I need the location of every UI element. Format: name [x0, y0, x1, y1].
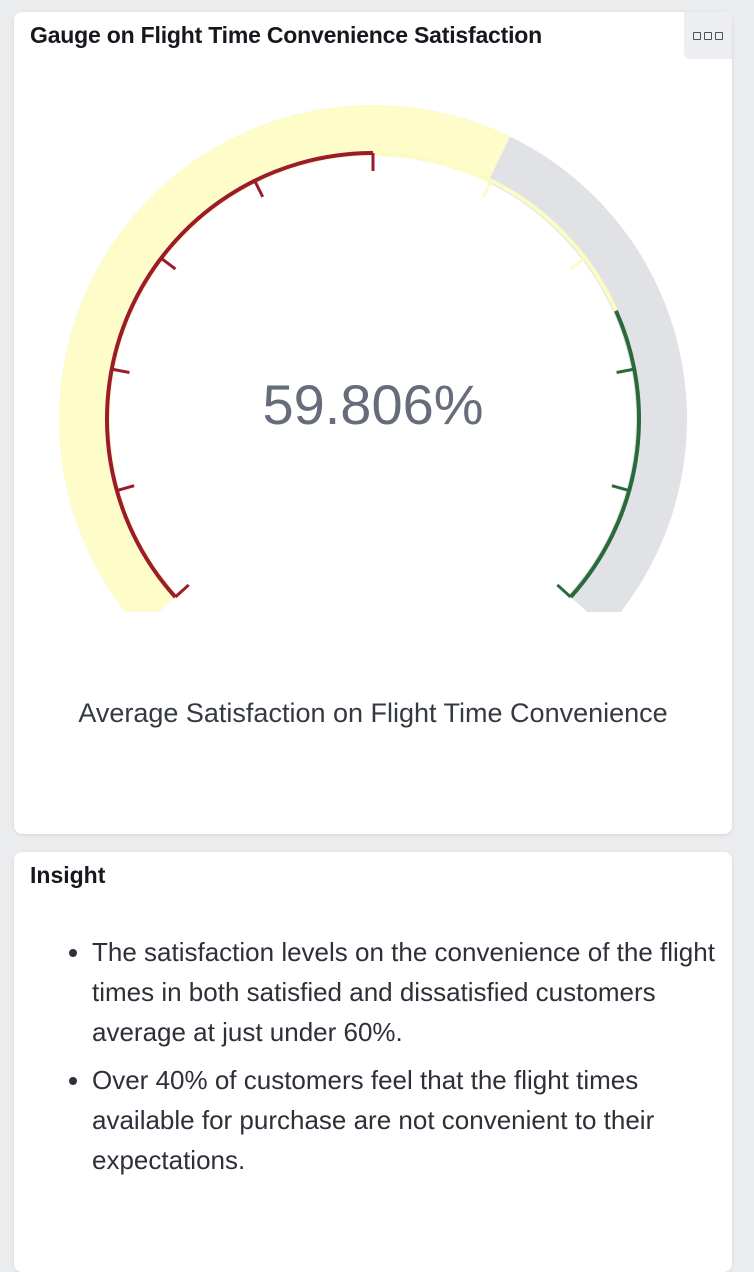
- insight-list: The satisfaction levels on the convenien…: [64, 932, 732, 1188]
- gauge-tick: [481, 180, 493, 198]
- gauge-tick: [611, 484, 630, 492]
- insight-panel-title: Insight: [30, 862, 106, 888]
- insight-item: Over 40% of customers feel that the flig…: [92, 1060, 732, 1180]
- gauge-panel: Gauge on Flight Time Convenience Satisfa…: [14, 12, 732, 834]
- gauge-track: [59, 104, 687, 612]
- insight-panel: Insight The satisfaction levels on the c…: [14, 852, 732, 1272]
- insight-item: The satisfaction levels on the convenien…: [92, 932, 732, 1052]
- gauge-chart: [59, 104, 687, 612]
- gauge-value-arc: [59, 105, 511, 612]
- gauge-value-label: 59.806%: [262, 373, 484, 436]
- gauge-tick: [556, 583, 572, 599]
- gauge-tick: [569, 256, 586, 271]
- gauge-tick: [160, 256, 177, 271]
- gauge-tick: [253, 180, 265, 198]
- gauge-caption: Average Satisfaction on Flight Time Conv…: [78, 698, 668, 728]
- gauge-tick: [174, 583, 190, 599]
- gauge-tick: [116, 484, 135, 492]
